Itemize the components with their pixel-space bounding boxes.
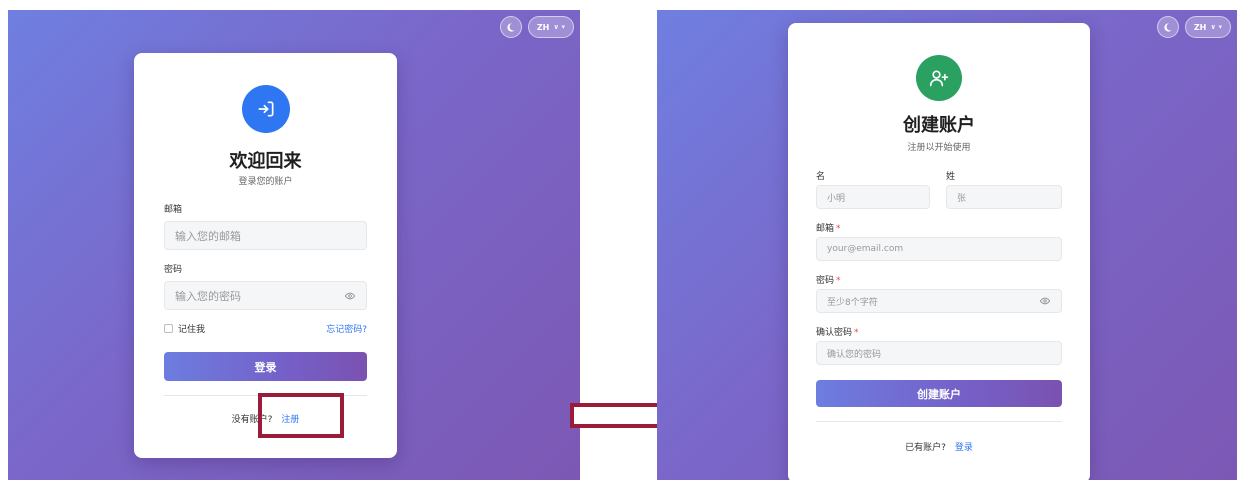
register-card: 创建账户 注册以开始使用 名 小明 姓 张 邮箱 * your@email.com… [788, 23, 1090, 480]
eye-icon[interactable] [1039, 295, 1051, 307]
confirm-password-field[interactable]: 确认您的密码 [816, 341, 1062, 365]
first-name-placeholder: 小明 [827, 193, 846, 204]
last-name-placeholder: 张 [957, 193, 967, 204]
login-prompt-row: 已有账户? 登录 [788, 440, 1090, 453]
highlight-box [258, 393, 344, 438]
password-placeholder: 输入您的密码 [175, 289, 241, 303]
first-name-label: 名 [816, 172, 826, 182]
login-button[interactable]: 登录 [164, 352, 367, 381]
login-link[interactable]: 登录 [955, 443, 973, 453]
email-label: 邮箱 * [816, 221, 841, 234]
login-avatar [241, 85, 290, 133]
page-title: 创建账户 [903, 115, 975, 136]
checkbox-box[interactable] [164, 324, 173, 333]
user-plus-icon [929, 70, 949, 87]
moon-icon [507, 22, 515, 32]
confirm-password-label: 确认密码 * [816, 325, 859, 338]
comparison-figure: ZH ∨ ▾ 欢迎回来 登录您的账户 邮箱 输入您的邮箱 密码 输入您的密码 记… [0, 0, 1239, 482]
create-account-button[interactable]: 创建账户 [816, 380, 1062, 407]
last-name-field[interactable]: 张 [946, 185, 1062, 209]
confirm-placeholder: 确认您的密码 [827, 349, 882, 360]
password-label: 密码 [164, 265, 183, 275]
remember-label: 记住我 [178, 325, 206, 335]
top-controls: ZH ∨ ▾ [1156, 16, 1231, 38]
chevron-down-icon: ∨ ▾ [553, 23, 565, 31]
password-label-text: 密码 [816, 276, 835, 286]
first-name-field[interactable]: 小明 [816, 185, 930, 209]
language-label: ZH [1193, 22, 1207, 32]
chevron-down-icon: ∨ ▾ [1210, 23, 1222, 31]
required-mark: * [854, 328, 859, 338]
last-name-label: 姓 [946, 172, 956, 182]
password-placeholder: 至少8个字符 [827, 297, 878, 308]
email-field[interactable]: your@email.com [816, 237, 1062, 261]
email-placeholder: your@email.com [827, 244, 904, 254]
email-label: 邮箱 [164, 205, 183, 215]
language-label: ZH [536, 22, 550, 32]
forgot-password-link[interactable]: 忘记密码? [326, 322, 367, 335]
theme-toggle-button[interactable] [1156, 16, 1179, 38]
eye-icon[interactable] [344, 290, 356, 302]
register-avatar [916, 55, 962, 101]
page-subtitle: 登录您的账户 [238, 177, 293, 187]
remember-me-checkbox[interactable]: 记住我 [164, 322, 205, 335]
page-title: 欢迎回来 [229, 151, 302, 172]
email-label-text: 邮箱 [816, 224, 835, 234]
moon-icon [1164, 22, 1172, 32]
sign-in-icon [258, 101, 273, 117]
page-subtitle: 注册以开始使用 [907, 143, 971, 153]
email-placeholder: 输入您的邮箱 [175, 229, 241, 243]
top-controls: ZH ∨ ▾ [499, 16, 574, 38]
theme-toggle-button[interactable] [499, 16, 522, 38]
password-label: 密码 * [816, 273, 841, 286]
required-mark: * [836, 276, 841, 286]
confirm-label-text: 确认密码 [816, 328, 853, 338]
required-mark: * [836, 224, 841, 234]
password-field[interactable]: 输入您的密码 [164, 281, 367, 310]
password-field[interactable]: 至少8个字符 [816, 289, 1062, 313]
register-screen: ZH ∨ ▾ 创建账户 注册以开始使用 名 小明 姓 张 邮箱 * your@e… [657, 10, 1237, 480]
language-select[interactable]: ZH ∨ ▾ [1184, 16, 1231, 38]
footer-prompt: 已有账户? [905, 443, 946, 453]
remember-row: 记住我 忘记密码? [164, 322, 367, 335]
email-field[interactable]: 输入您的邮箱 [164, 221, 367, 250]
language-select[interactable]: ZH ∨ ▾ [527, 16, 574, 38]
divider [816, 421, 1062, 422]
